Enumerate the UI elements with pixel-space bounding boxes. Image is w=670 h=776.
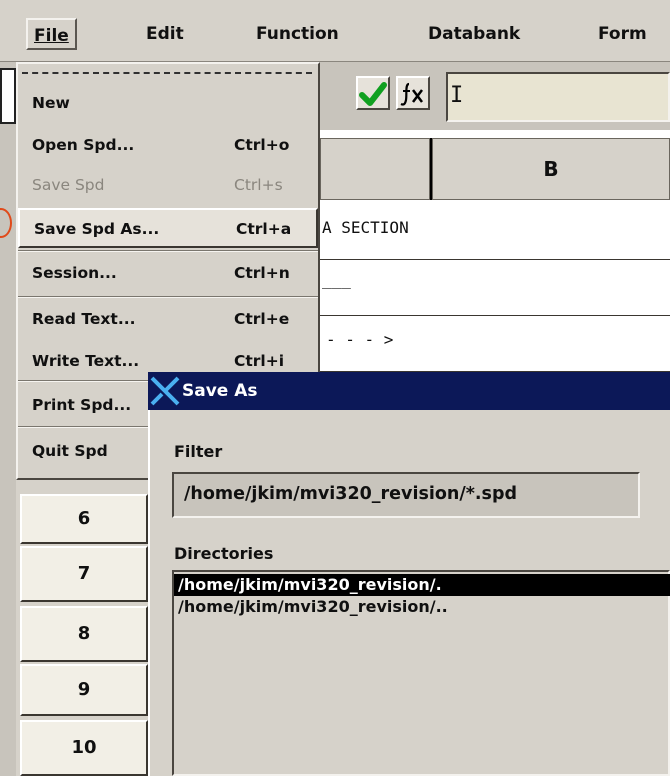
menu-edit[interactable]: Edit	[140, 18, 190, 50]
filter-label: Filter	[174, 442, 223, 461]
fx-icon	[400, 82, 423, 106]
cell-text: A SECTION	[322, 218, 409, 237]
tear-off-line[interactable]	[22, 72, 312, 74]
column-header-b[interactable]: B	[432, 138, 670, 200]
x-logo-icon	[150, 376, 180, 406]
row-header-8[interactable]: 8	[20, 606, 148, 662]
row-header-7[interactable]: 7	[20, 546, 148, 602]
menu-item-new[interactable]: New	[18, 84, 318, 124]
filter-input[interactable]: /home/jkim/mvi320_revision/*.spd	[172, 472, 640, 518]
menu-function[interactable]: Function	[250, 18, 345, 50]
cell-reference-field[interactable]	[0, 68, 16, 124]
directory-item[interactable]: /home/jkim/mvi320_revision/..	[174, 596, 670, 618]
menu-item-save-spd-as[interactable]: Save Spd As... Ctrl+a	[18, 208, 318, 248]
menu-item-session[interactable]: Session... Ctrl+n	[18, 254, 318, 294]
cell-text: ___	[322, 270, 351, 289]
annotation-circle	[0, 208, 12, 238]
accept-button[interactable]	[356, 76, 390, 110]
row-header-10[interactable]: 10	[20, 720, 148, 776]
menu-separator	[18, 296, 318, 298]
menu-file[interactable]: File	[26, 18, 77, 50]
menu-databank[interactable]: Databank	[422, 18, 526, 50]
formula-input[interactable]: I	[446, 72, 670, 122]
menu-format[interactable]: Form	[592, 18, 653, 50]
menu-separator	[18, 250, 318, 252]
menu-item-open-spd[interactable]: Open Spd... Ctrl+o	[18, 126, 318, 166]
dialog-title: Save As	[182, 381, 258, 401]
menu-item-read-text[interactable]: Read Text... Ctrl+e	[18, 300, 318, 340]
cell-text: - - - >	[326, 330, 394, 349]
menu-item-save-spd[interactable]: Save Spd Ctrl+s	[18, 166, 318, 206]
row-header-6[interactable]: 6	[20, 494, 148, 544]
directories-label: Directories	[174, 544, 274, 563]
column-header-a[interactable]	[320, 138, 430, 200]
checkmark-icon	[359, 82, 387, 106]
directory-item[interactable]: /home/jkim/mvi320_revision/.	[174, 574, 670, 596]
function-button[interactable]	[396, 76, 430, 110]
row-header-9[interactable]: 9	[20, 664, 148, 716]
